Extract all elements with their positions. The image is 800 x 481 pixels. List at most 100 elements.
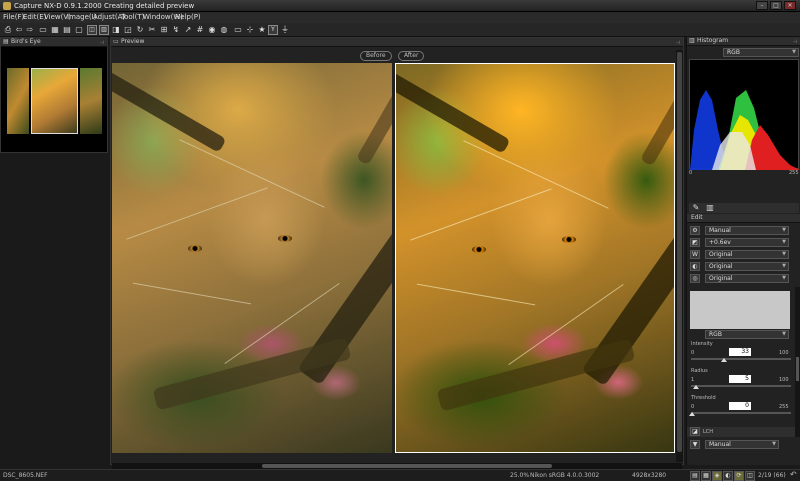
scroll-thumb[interactable]	[796, 357, 799, 381]
straighten-icon[interactable]: ⊞	[159, 25, 169, 35]
monitor-icon[interactable]: ◍	[219, 25, 229, 35]
threshold-label: Threshold	[691, 395, 716, 401]
redeye-icon[interactable]: ↯	[171, 25, 181, 35]
raw-icon[interactable]: ◈	[712, 471, 722, 481]
pin-icon[interactable]: ⊣	[793, 38, 797, 46]
retouch-icon[interactable]: ↗	[183, 25, 193, 35]
preview-title: Preview	[121, 38, 145, 45]
current-thumbnail[interactable]	[31, 68, 78, 134]
right-panel: ▥ Histogram ⊣ RGB ▼ 0 255 ✎ ▥ Edit ⚙ Man…	[686, 37, 800, 465]
radius-min: 1	[691, 377, 695, 383]
close-button[interactable]: ✕	[784, 1, 796, 10]
unsharp-mask-preview	[690, 291, 790, 329]
compare-icon[interactable]: ◫	[87, 25, 97, 35]
chevron-down-icon: ▼	[792, 49, 796, 55]
scroll-thumb[interactable]	[262, 464, 552, 468]
edit-select-1[interactable]: +0.6ev ▼	[705, 238, 789, 247]
status-dimensions: 4928x3280	[632, 472, 667, 479]
radius-max: 100	[779, 377, 789, 383]
filter-icon[interactable]: ⏚	[280, 25, 290, 35]
fit-icon[interactable]: ▥	[99, 25, 109, 35]
edit-select-2[interactable]: Original ▼	[705, 250, 789, 259]
menu-tool[interactable]: Tool(T)	[121, 13, 144, 21]
wb-icon[interactable]: W	[690, 250, 700, 259]
edit-scrollbar[interactable]	[795, 287, 800, 437]
adjust-icon[interactable]: ◐	[723, 471, 733, 481]
intensity-slider[interactable]	[691, 358, 791, 360]
threshold-slider-knob[interactable]	[689, 412, 695, 416]
compare-icon[interactable]: ◫	[745, 471, 755, 481]
settings-icon[interactable]: ▭	[233, 25, 243, 35]
back-icon[interactable]: ⇦	[14, 25, 24, 35]
scroll-thumb[interactable]	[677, 52, 682, 452]
sync-icon[interactable]: ⟳	[734, 471, 744, 481]
filmstrip-icon[interactable]: ▤	[62, 25, 72, 35]
color-picker-icon[interactable]: #	[195, 25, 205, 35]
lch-label: LCH	[703, 429, 714, 435]
status-bar: DSC_8605.NEF 25.0% Nikon sRGB 4.0.0.3002…	[0, 469, 800, 481]
pin-icon[interactable]: ⊣	[100, 39, 104, 47]
edit-select-0[interactable]: Manual ▼	[705, 226, 789, 235]
grid-view-icon[interactable]: ▦	[50, 25, 60, 35]
filmstrip-icon[interactable]: ▤	[690, 471, 700, 481]
chevron-down-icon: ▼	[782, 251, 786, 257]
chevron-down-icon: ▼	[782, 227, 786, 233]
grid-view-icon[interactable]: ▦	[701, 471, 711, 481]
edit-header: Edit	[687, 214, 800, 223]
menu-edit[interactable]: Edit(E)	[23, 13, 46, 21]
rotate-left-icon[interactable]: ◲	[123, 25, 133, 35]
edit-tab-icon[interactable]: ✎	[691, 203, 701, 213]
unsharp-channel-select[interactable]: RGB ▼	[705, 330, 789, 339]
edit-select-4[interactable]: Original ▼	[705, 274, 789, 283]
forward-icon[interactable]: ⇨	[25, 25, 35, 35]
title-bar: Capture NX-D 0.9.1.2000 Creating detaile…	[0, 0, 800, 12]
radius-slider[interactable]	[691, 385, 791, 387]
menu-file[interactable]: File(F)	[3, 13, 24, 21]
pin-icon[interactable]: ⊣	[676, 39, 680, 47]
label-icon[interactable]: Y	[268, 25, 278, 35]
undo-icon[interactable]: ↶	[790, 470, 797, 479]
intensity-slider-knob[interactable]	[721, 358, 727, 362]
tone-icon[interactable]: ⊹	[245, 25, 255, 35]
chevron-down-icon: ▼	[782, 331, 786, 337]
maximize-button[interactable]: □	[770, 1, 782, 10]
preview-vertical-scrollbar[interactable]	[676, 50, 683, 462]
exposure-icon[interactable]: ◩	[690, 238, 700, 247]
next-thumbnail[interactable]	[80, 68, 102, 134]
lens-icon[interactable]: ◎	[690, 274, 700, 283]
zoom-icon[interactable]: ◨	[111, 25, 121, 35]
print-icon[interactable]: ⎙	[3, 25, 13, 35]
edit-row-value: +0.6ev	[709, 239, 731, 246]
before-image[interactable]	[112, 63, 392, 453]
app-icon	[3, 2, 11, 10]
radius-slider-knob[interactable]	[693, 385, 699, 389]
intensity-input[interactable]: 33	[729, 348, 751, 356]
highlight-icon[interactable]: ◉	[207, 25, 217, 35]
edit-select-3[interactable]: Original ▼	[705, 262, 789, 271]
crop-icon[interactable]: ✂	[147, 25, 157, 35]
rotate-right-icon[interactable]: ↻	[135, 25, 145, 35]
threshold-slider[interactable]	[691, 412, 791, 414]
histogram-axis-min: 0	[689, 170, 693, 176]
minimize-button[interactable]: –	[756, 1, 768, 10]
picture-control-icon[interactable]: ⚙	[690, 226, 700, 235]
tone-icon[interactable]: ◐	[690, 262, 700, 271]
lch-toggle-icon[interactable]: ▼	[690, 440, 700, 449]
histogram-graph	[689, 59, 800, 170]
star-icon[interactable]: ★	[257, 25, 267, 35]
lch-mode-select[interactable]: Manual ▼	[705, 440, 779, 449]
metadata-tab-icon[interactable]: ▥	[705, 203, 715, 213]
threshold-input[interactable]: 0	[729, 402, 751, 410]
threshold-min: 0	[691, 404, 695, 410]
after-image[interactable]	[395, 63, 675, 453]
prev-thumbnail[interactable]	[7, 68, 29, 134]
folder-icon[interactable]: ▭	[38, 25, 48, 35]
single-view-icon[interactable]: ▢	[74, 25, 84, 35]
menu-help[interactable]: Help(P)	[175, 13, 201, 21]
birds-eye-header: ▤ Bird's Eye ⊣	[1, 38, 107, 47]
status-index: 2/19 (66)	[758, 472, 786, 479]
radius-input[interactable]: 5	[729, 375, 751, 383]
histogram-channel-select[interactable]: RGB ▼	[723, 48, 799, 57]
lch-header[interactable]: ◪ LCH	[687, 427, 799, 437]
histogram-svg	[690, 90, 800, 170]
